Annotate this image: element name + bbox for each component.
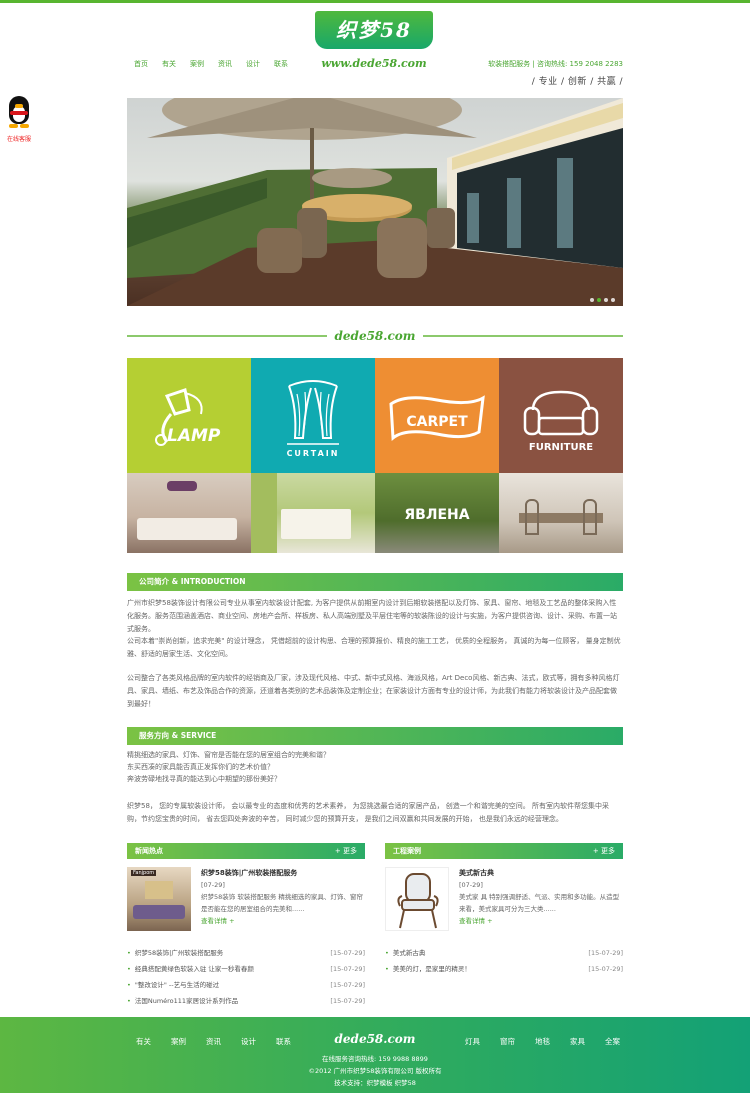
site-logo[interactable]: 织梦58 bbox=[315, 11, 433, 49]
news-more-link[interactable]: + 更多 bbox=[335, 843, 357, 859]
divider-text: dede58.com bbox=[334, 329, 416, 343]
footer-nav-news[interactable]: 资讯 bbox=[206, 1036, 221, 1047]
tile-furniture[interactable]: FURNITURE bbox=[499, 358, 623, 473]
lamp-icon bbox=[155, 388, 203, 446]
category-tiles: LAMP CURTAIN CARPET FURNITURE ЯВЛЕНА bbox=[127, 358, 623, 553]
top-nav: 首页 有关 案例 资讯 设计 联系 bbox=[134, 59, 288, 69]
intro-paragraph-3: 公司整合了各类风格品牌的室内软件的经销商及厂家，涉及现代风格、中式、新中式风格、… bbox=[127, 674, 620, 708]
news-image-label: Fanjpom bbox=[131, 870, 157, 876]
tile-curtain-label: CURTAIN bbox=[286, 449, 340, 458]
footer-copyright: ©2012 广州市织梦58装饰有限公司 版权所有 bbox=[308, 1067, 442, 1075]
photo-overlay-text: ЯВЛЕНА bbox=[404, 507, 470, 523]
photo-dining-room[interactable] bbox=[499, 473, 623, 553]
cases-featured-summary: 美式家 具 特别强调舒适、气派、实用和多功能。从造型来看，美式家具可分为三大类.… bbox=[459, 893, 620, 913]
list-item[interactable]: "整改设计" --艺与生活的碰过[15-07-29] bbox=[127, 977, 365, 993]
news-column: 新闻热点 + 更多 Fanjpom 织梦58装饰|广州软装搭配服务 [07-29… bbox=[127, 843, 365, 1009]
news-featured-detail-link[interactable]: 查看详情 + bbox=[201, 915, 365, 927]
cases-title: 工程案例 bbox=[393, 847, 421, 855]
footer-nav-left: 有关 案例 资讯 设计 联系 bbox=[136, 1036, 291, 1047]
banner-dot-1[interactable] bbox=[590, 298, 594, 302]
cases-featured[interactable]: 美式新古典 [07-29] 美式家 具 特别强调舒适、气派、实用和多功能。从造型… bbox=[385, 867, 623, 931]
list-item[interactable]: 美式新古典[15-07-29] bbox=[385, 945, 623, 961]
top-accent-line bbox=[0, 0, 750, 3]
footer-nav-design[interactable]: 设计 bbox=[241, 1036, 256, 1047]
tile-carpet-label: CARPET bbox=[406, 414, 468, 430]
service-question-3: 奔波劳碌地找寻真的能达到心中期望的那份美好？ bbox=[127, 775, 281, 783]
armchair-icon bbox=[397, 873, 439, 929]
cases-featured-image bbox=[385, 867, 449, 931]
photo-green-wall[interactable]: ЯВЛЕНА bbox=[375, 473, 499, 553]
footer-nav-cases[interactable]: 案例 bbox=[171, 1036, 186, 1047]
banner-dot-4[interactable] bbox=[611, 298, 615, 302]
news-featured-date: [07-29] bbox=[201, 881, 225, 889]
service-questions: 精挑细选的家具、灯饰、窗帘是否能在您的居室组合的完美和谐？ 东买西凑的家具能否真… bbox=[127, 749, 623, 785]
sofa-icon bbox=[523, 390, 599, 436]
tile-lamp-label: LAMP bbox=[167, 426, 221, 446]
footer-nav-right: 灯具 窗帘 地毯 家具 全案 bbox=[465, 1036, 620, 1047]
news-featured-title[interactable]: 织梦58装饰|广州软装搭配服务 bbox=[201, 867, 365, 879]
header-slogan: / 专业 / 创新 / 共赢 / bbox=[531, 77, 623, 87]
footer-nav-furniture[interactable]: 家具 bbox=[570, 1036, 585, 1047]
cases-featured-date: [07-29] bbox=[459, 881, 483, 889]
service-question-1: 精挑细选的家具、灯饰、窗帘是否能在您的居室组合的完美和谐？ bbox=[127, 751, 330, 759]
footer-nav-full-case[interactable]: 全案 bbox=[605, 1036, 620, 1047]
cases-featured-title[interactable]: 美式新古典 bbox=[459, 867, 623, 879]
list-item[interactable]: 经典搭配黄绿色软装入驻 让家一秒看春颜[15-07-29] bbox=[127, 961, 365, 977]
cases-featured-detail-link[interactable]: 查看详情 + bbox=[459, 915, 623, 927]
footer-nav-curtains[interactable]: 窗帘 bbox=[500, 1036, 515, 1047]
nav-item-home[interactable]: 首页 bbox=[134, 59, 148, 69]
nav-item-cases[interactable]: 案例 bbox=[190, 59, 204, 69]
cases-more-link[interactable]: + 更多 bbox=[593, 843, 615, 859]
cases-featured-body: 美式新古典 [07-29] 美式家 具 特别强调舒适、气派、实用和多功能。从造型… bbox=[459, 867, 623, 931]
qq-online-service[interactable]: 在线客服 bbox=[0, 92, 38, 143]
list-item[interactable]: 美美的灯，是家里的精灵！[15-07-29] bbox=[385, 961, 623, 977]
tile-carpet[interactable]: CARPET bbox=[375, 358, 499, 473]
tile-furniture-label: FURNITURE bbox=[528, 442, 594, 453]
header-hotline: 软装搭配服务 | 咨询热线: 159 2048 2283 bbox=[488, 60, 623, 68]
nav-item-about[interactable]: 有关 bbox=[162, 59, 176, 69]
news-featured-image: Fanjpom bbox=[127, 867, 191, 931]
banner-dot-3[interactable] bbox=[604, 298, 608, 302]
list-item[interactable]: 织梦58装饰|广州软装搭配服务[15-07-29] bbox=[127, 945, 365, 961]
news-header: 新闻热点 + 更多 bbox=[127, 843, 365, 859]
footer-hotline: 在线服务咨询热线: 159 9988 8899 bbox=[322, 1055, 428, 1063]
news-featured-summary: 织梦58装饰 软装搭配服务 精挑细选的家具、灯饰、窗帘是否能在您的居室组合的完美… bbox=[201, 893, 363, 913]
site-footer: 有关 案例 资讯 设计 联系 dede58.com 灯具 窗帘 地毯 家具 全案… bbox=[0, 1017, 750, 1093]
intro-paragraph-1: 广州市织梦58装饰设计有限公司专业从事室内软装设计配套, 为客户提供从前期室内设… bbox=[127, 599, 617, 633]
section-divider: dede58.com bbox=[127, 329, 623, 343]
news-featured[interactable]: Fanjpom 织梦58装饰|广州软装搭配服务 [07-29] 织梦58装饰 软… bbox=[127, 867, 365, 931]
patio-scene-image bbox=[127, 98, 623, 306]
footer-nav-lamps[interactable]: 灯具 bbox=[465, 1036, 480, 1047]
cases-header: 工程案例 + 更多 bbox=[385, 843, 623, 859]
news-list: 织梦58装饰|广州软装搭配服务[15-07-29] 经典搭配黄绿色软装入驻 让家… bbox=[127, 945, 365, 1009]
cases-column: 工程案例 + 更多 美式新古典 [07-29] 美式家 具 特别强调舒适、气派、… bbox=[385, 843, 623, 977]
cases-list: 美式新古典[15-07-29] 美美的灯，是家里的精灵！[15-07-29] bbox=[385, 945, 623, 977]
nav-item-design[interactable]: 设计 bbox=[246, 59, 260, 69]
hero-banner[interactable] bbox=[127, 98, 623, 306]
banner-dot-2[interactable] bbox=[597, 298, 601, 302]
qq-penguin-icon bbox=[2, 92, 36, 132]
intro-paragraph-2: 公司本着"崇尚创新，追求完美" 的设计理念， 凭借超前的设计构思、合理的预算报价… bbox=[127, 637, 621, 658]
intro-heading: 公司简介 & INTRODUCTION bbox=[127, 573, 623, 591]
footer-logo[interactable]: dede58.com bbox=[330, 1032, 420, 1046]
footer-support: 技术支持：织梦模板 织梦58 bbox=[334, 1079, 416, 1087]
tile-curtain[interactable]: CURTAIN bbox=[251, 358, 375, 473]
tile-lamp[interactable]: LAMP bbox=[127, 358, 251, 473]
photo-living-room[interactable] bbox=[127, 473, 251, 553]
footer-nav-about[interactable]: 有关 bbox=[136, 1036, 151, 1047]
nav-item-news[interactable]: 资讯 bbox=[218, 59, 232, 69]
list-item[interactable]: 法国Numéro111家居设计系列作品[15-07-29] bbox=[127, 993, 365, 1009]
service-heading: 服务方向 & SERVICE bbox=[127, 727, 623, 745]
nav-item-contact[interactable]: 联系 bbox=[274, 59, 288, 69]
logo-url-text: www.dede58.com bbox=[321, 57, 427, 70]
banner-dots bbox=[590, 298, 615, 302]
footer-nav-contact[interactable]: 联系 bbox=[276, 1036, 291, 1047]
qq-service-label: 在线客服 bbox=[6, 136, 31, 143]
news-title: 新闻热点 bbox=[135, 847, 163, 855]
service-paragraph: 织梦58， 您的专属软装设计师， 会以最专业的态度和优秀的艺术素养， 为您挑选最… bbox=[127, 802, 610, 823]
photo-bedroom[interactable] bbox=[251, 473, 375, 553]
service-question-2: 东买西凑的家具能否真正发挥你们的艺术价值？ bbox=[127, 763, 274, 771]
footer-nav-carpets[interactable]: 地毯 bbox=[535, 1036, 550, 1047]
news-featured-body: 织梦58装饰|广州软装搭配服务 [07-29] 织梦58装饰 软装搭配服务 精挑… bbox=[201, 867, 365, 931]
